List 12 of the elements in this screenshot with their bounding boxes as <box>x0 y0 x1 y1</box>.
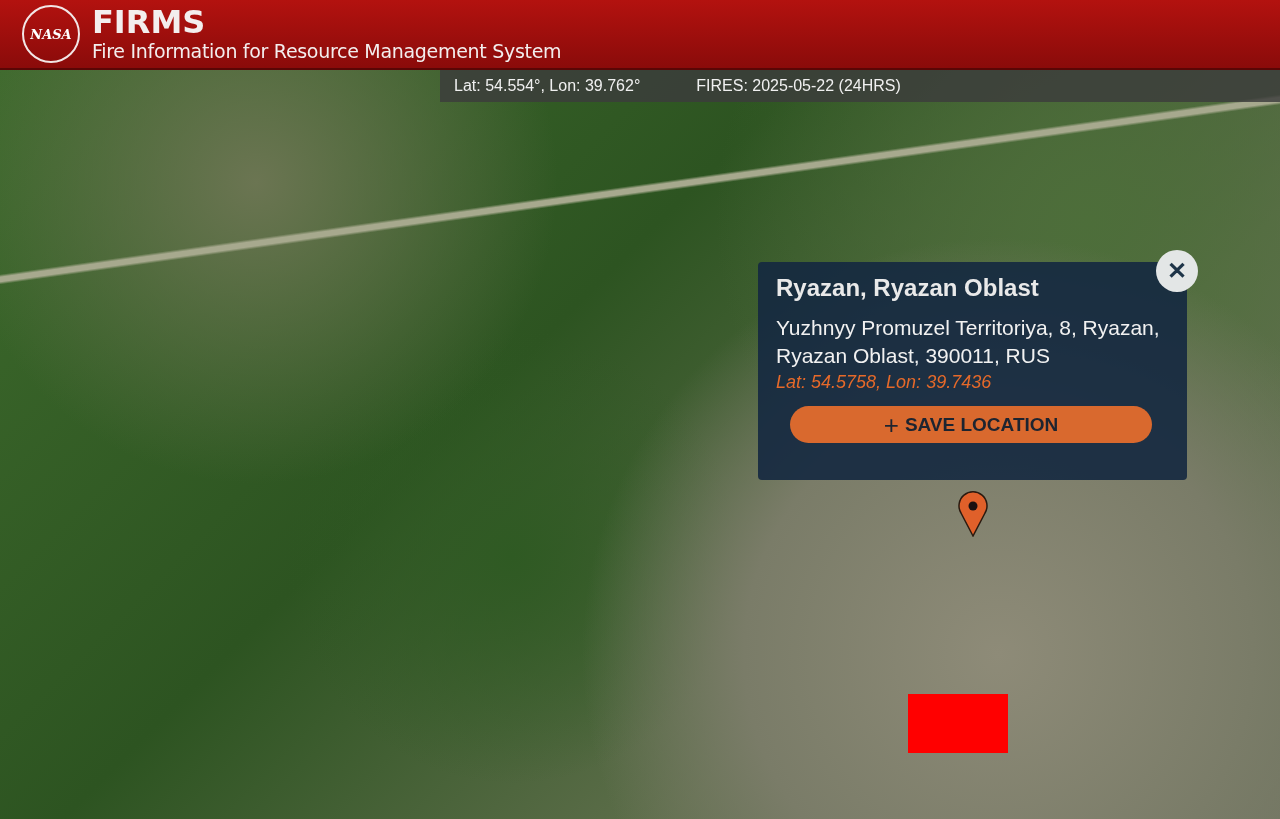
app-title: FIRMS <box>92 5 207 39</box>
close-button[interactable]: ✕ <box>1156 250 1198 292</box>
popup-address: Yuzhnyy Promuzel Territoriya, 8, Ryazan, Ryazan Oblast, 390011, RUS <box>776 315 1161 369</box>
fires-date: FIRES: 2025-05-22 (24HRS) <box>696 77 901 95</box>
nasa-logo[interactable]: NASA <box>22 5 80 63</box>
map-pin-icon[interactable] <box>958 491 988 537</box>
popup-coordinates: Lat: 54.5758, Lon: 39.7436 <box>776 371 993 394</box>
cursor-coordinates: Lat: 54.554°, Lon: 39.762° <box>454 77 641 95</box>
app-subtitle: Fire Information for Resource Management System <box>92 39 562 63</box>
fire-detection-marker[interactable] <box>908 694 1008 753</box>
popup-title: Ryazan, Ryazan Oblast <box>776 274 1040 302</box>
save-location-button[interactable]: + SAVE LOCATION <box>790 406 1152 443</box>
